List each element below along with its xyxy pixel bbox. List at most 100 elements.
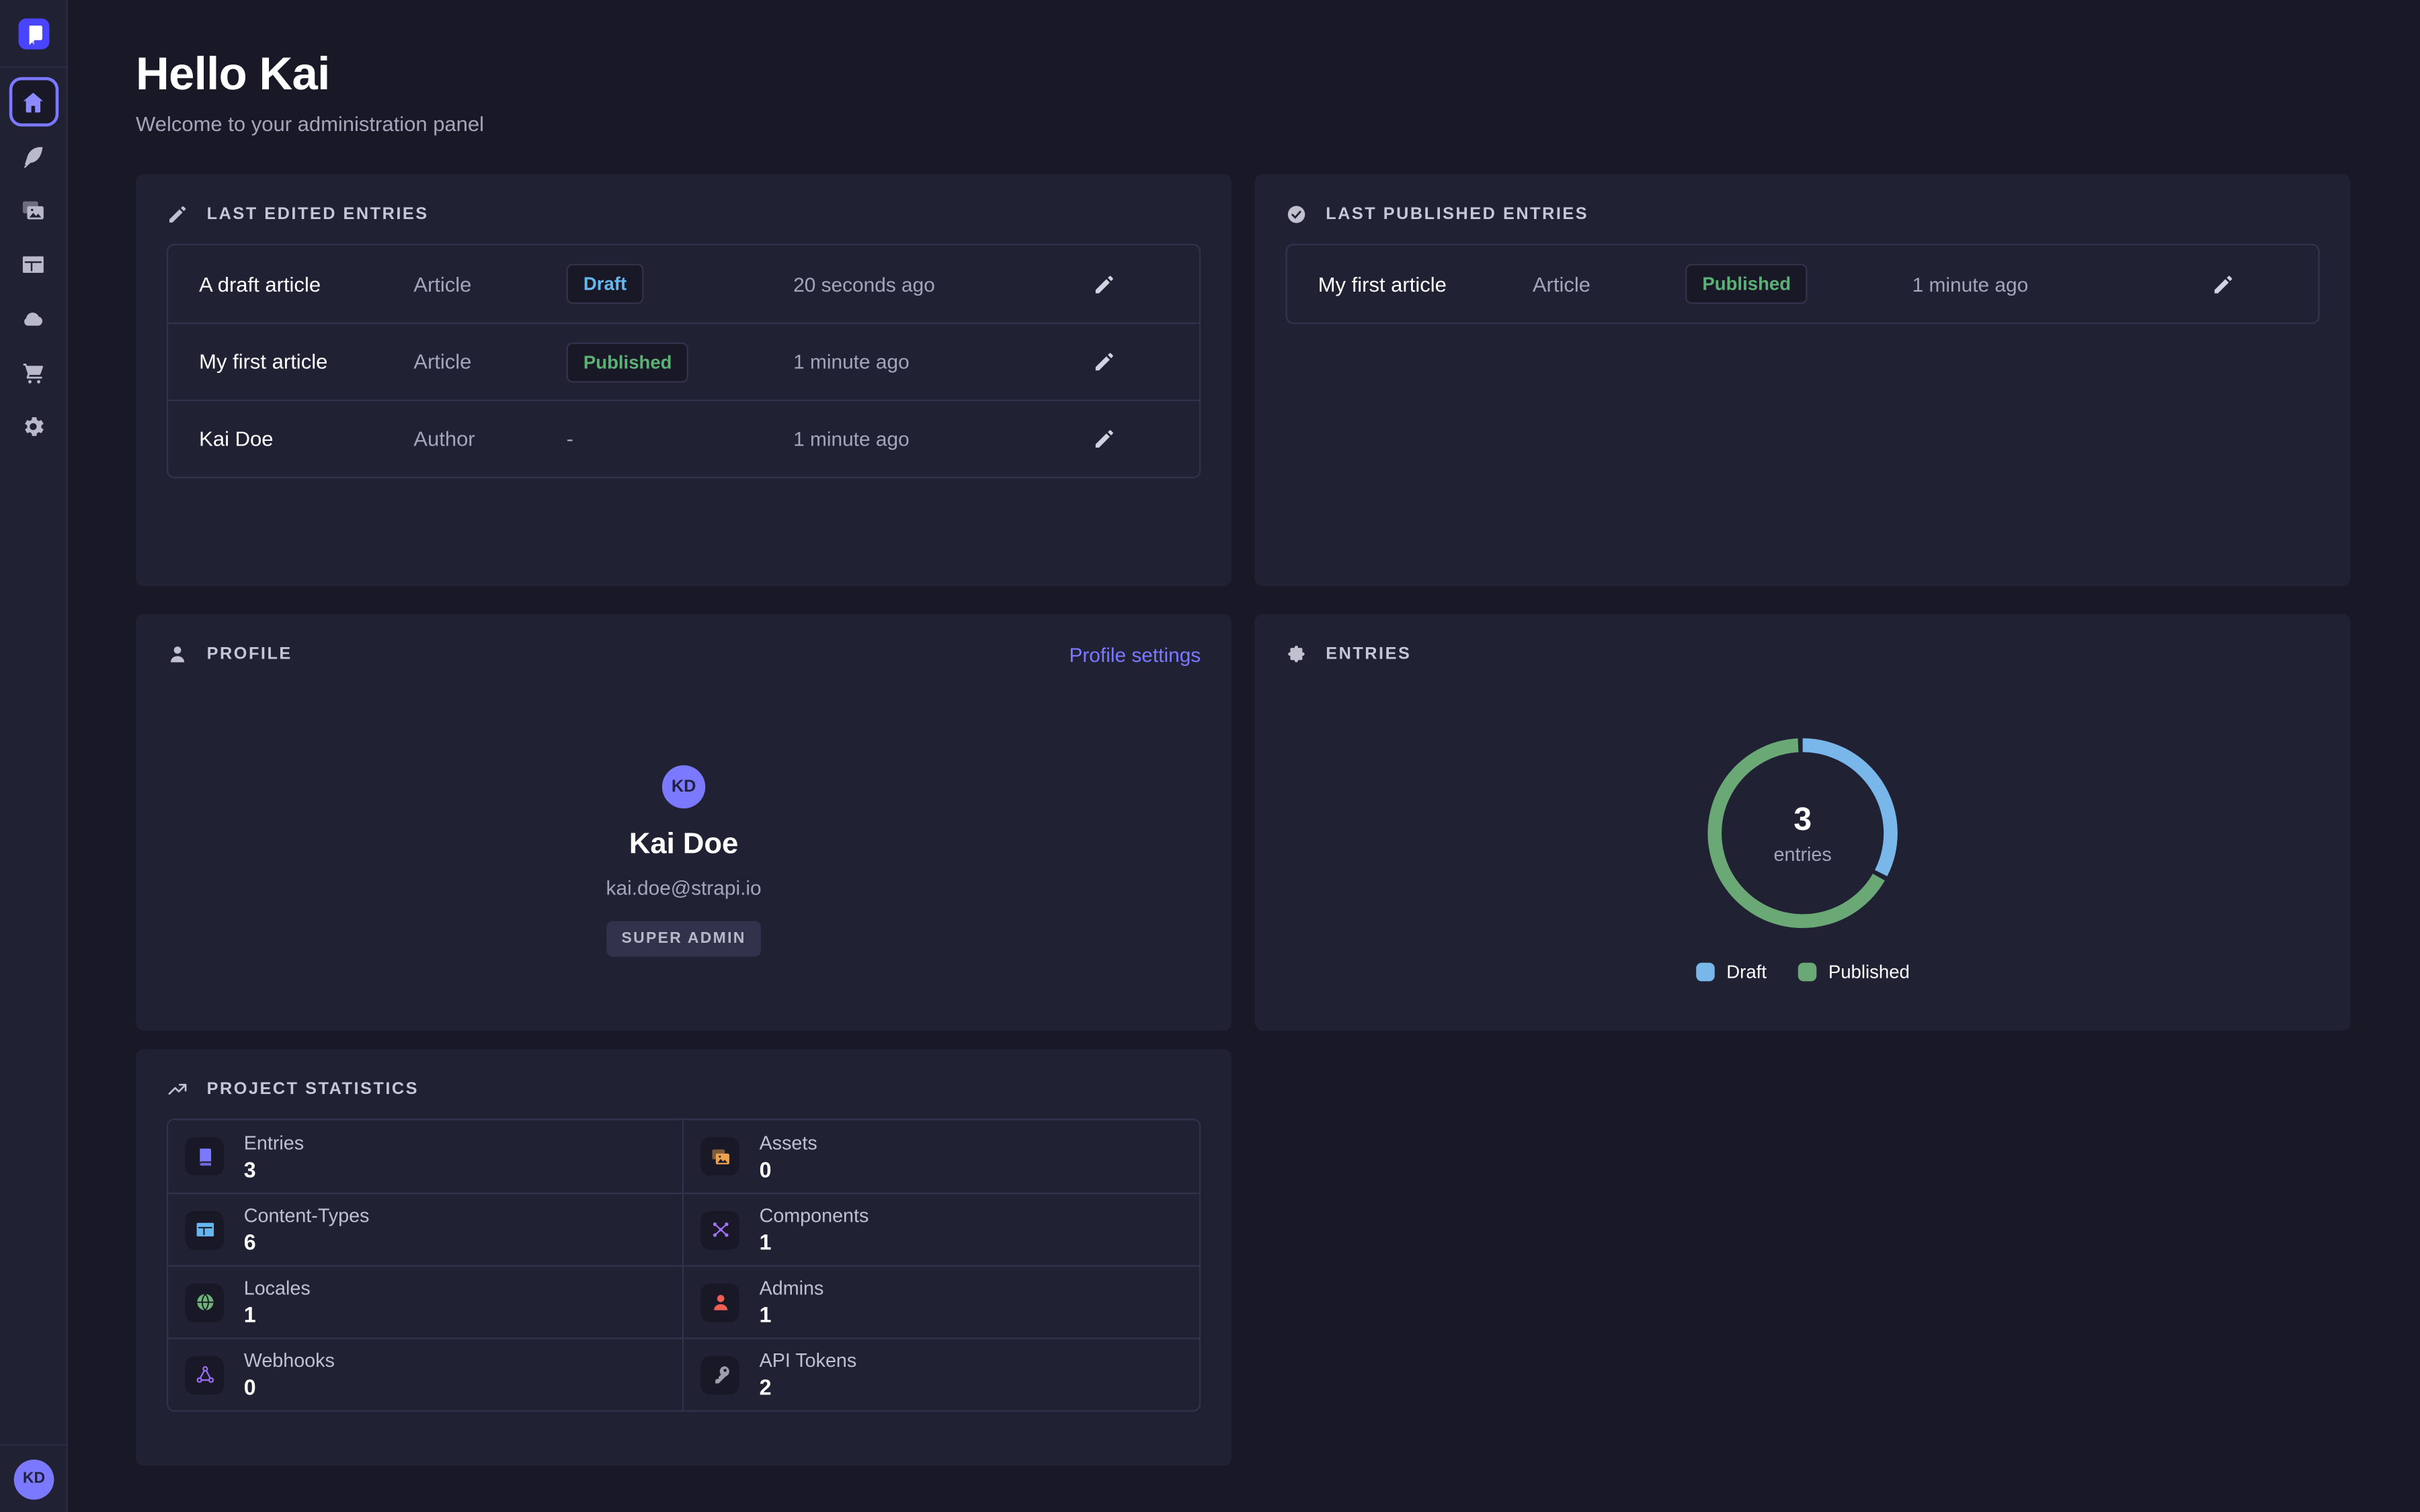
- last-published-entries-panel: LAST PUBLISHED ENTRIES My first article …: [1255, 174, 2351, 586]
- images-icon: [20, 197, 46, 223]
- pencil-icon: [2211, 272, 2234, 295]
- puzzle-icon: [1286, 643, 1307, 665]
- edit-entry-button[interactable]: [2202, 264, 2243, 304]
- entry-title: Kai Doe: [199, 427, 413, 450]
- stat-value: 1: [760, 1230, 869, 1255]
- molecule-icon: [700, 1210, 739, 1249]
- globe-icon: [186, 1283, 224, 1321]
- person-icon: [700, 1283, 739, 1321]
- stat-entries: Entries 3: [168, 1120, 684, 1193]
- stat-label: Admins: [760, 1277, 824, 1299]
- panel-title: PROJECT STATISTICS: [207, 1080, 419, 1099]
- logo-container: [0, 0, 67, 68]
- table-row[interactable]: My first article Article Published 1 min…: [1287, 245, 2318, 323]
- stat-value: 3: [244, 1157, 304, 1181]
- strapi-admin-dashboard: KD Hello Kai Welcome to your administrat…: [0, 0, 2420, 1512]
- legend-item-published: Published: [1798, 961, 1910, 982]
- book-icon: [186, 1137, 224, 1175]
- sidebar-item-marketplace[interactable]: [9, 347, 58, 396]
- cloud-icon: [20, 304, 46, 331]
- images-icon: [700, 1137, 739, 1175]
- profile-settings-link[interactable]: Profile settings: [1069, 642, 1201, 665]
- legend-item-draft: Draft: [1695, 961, 1767, 982]
- pencil-icon: [167, 204, 188, 225]
- home-icon: [20, 89, 46, 115]
- sidebar-nav: [0, 68, 67, 455]
- sidebar-item-content-manager[interactable]: [9, 131, 58, 180]
- sidebar-item-content-type-builder[interactable]: [9, 239, 58, 288]
- profile-panel: PROFILE Profile settings KD Kai Doe kai.…: [136, 614, 1232, 1031]
- stat-value: 2: [760, 1375, 857, 1400]
- stat-label: Components: [760, 1205, 869, 1226]
- entry-time: 20 seconds ago: [793, 272, 1084, 295]
- profile-avatar: KD: [662, 765, 705, 808]
- stat-locales: Locales 1: [168, 1265, 684, 1338]
- profile-email: kai.doe@strapi.io: [606, 876, 762, 899]
- table-row[interactable]: Kai Doe Author - 1 minute ago: [168, 400, 1199, 477]
- entry-type: Article: [413, 350, 566, 373]
- role-badge: SUPER ADMIN: [606, 921, 762, 957]
- sidebar-item-settings[interactable]: [9, 401, 58, 450]
- stat-assets: Assets 0: [684, 1120, 1199, 1193]
- strapi-logo-icon[interactable]: [17, 17, 48, 48]
- person-icon: [167, 643, 188, 665]
- check-circle-icon: [1286, 204, 1307, 225]
- draft-swatch: [1695, 963, 1714, 982]
- status-empty: -: [567, 427, 573, 450]
- status-badge: Draft: [567, 264, 644, 304]
- stat-webhooks: Webhooks 0: [168, 1338, 684, 1411]
- entry-time: 1 minute ago: [793, 427, 1084, 450]
- sidebar: KD: [0, 0, 68, 1512]
- sidebar-user-container: KD: [0, 1444, 68, 1512]
- edit-entry-button[interactable]: [1084, 419, 1124, 459]
- pencil-icon: [1092, 350, 1115, 373]
- status-badge: Published: [567, 342, 689, 382]
- page-header: Hello Kai Welcome to your administration…: [136, 49, 484, 136]
- last-edited-entries-panel: LAST EDITED ENTRIES A draft article Arti…: [136, 174, 1232, 586]
- entries-panel: ENTRIES 3 entries Draft: [1255, 614, 2351, 1031]
- pencil-icon: [1092, 427, 1115, 450]
- entries-total: 3: [1793, 802, 1812, 839]
- entries-total-label: entries: [1774, 843, 1832, 865]
- chart-legend: Draft Published: [1680, 961, 1925, 982]
- sidebar-item-home[interactable]: [9, 77, 58, 126]
- stat-components: Components 1: [684, 1193, 1199, 1265]
- sidebar-item-media-library[interactable]: [9, 185, 58, 235]
- entry-title: My first article: [1318, 272, 1533, 295]
- panel-title: ENTRIES: [1326, 645, 1411, 664]
- sidebar-item-deploy[interactable]: [9, 293, 58, 342]
- entry-type: Author: [413, 427, 566, 450]
- panel-title: PROFILE: [207, 645, 292, 664]
- stat-value: 1: [760, 1302, 824, 1327]
- project-statistics-panel: PROJECT STATISTICS Entries 3 Assets 0: [136, 1049, 1232, 1466]
- profile-name: Kai Doe: [629, 829, 738, 863]
- panel-title: LAST EDITED ENTRIES: [207, 205, 429, 224]
- entries-donut-chart: 3 entries: [1687, 718, 1918, 949]
- stat-label: API Tokens: [760, 1350, 857, 1372]
- entry-time: 1 minute ago: [1912, 272, 2203, 295]
- pencil-icon: [1092, 272, 1115, 295]
- edit-entry-button[interactable]: [1084, 342, 1124, 382]
- user-avatar[interactable]: KD: [14, 1459, 54, 1499]
- stat-admins: Admins 1: [684, 1265, 1199, 1338]
- table-row[interactable]: A draft article Article Draft 20 seconds…: [168, 245, 1199, 323]
- stat-label: Content-Types: [244, 1205, 370, 1226]
- cart-icon: [20, 359, 46, 385]
- entry-type: Article: [413, 272, 566, 295]
- stat-label: Locales: [244, 1277, 311, 1299]
- layout-icon: [20, 251, 46, 277]
- stat-label: Entries: [244, 1132, 304, 1153]
- page-title: Hello Kai: [136, 49, 484, 101]
- stat-label: Assets: [760, 1132, 817, 1153]
- entry-type: Article: [1533, 272, 1685, 295]
- stat-value: 0: [760, 1157, 817, 1181]
- key-icon: [700, 1355, 739, 1394]
- status-badge: Published: [1685, 264, 1808, 304]
- layout-icon: [186, 1210, 224, 1249]
- entry-time: 1 minute ago: [793, 350, 1084, 373]
- edit-entry-button[interactable]: [1084, 264, 1124, 304]
- stat-value: 0: [244, 1375, 335, 1400]
- stats-grid: Entries 3 Assets 0 Content-Types: [167, 1119, 1201, 1412]
- entry-title: A draft article: [199, 272, 413, 295]
- table-row[interactable]: My first article Article Published 1 min…: [168, 323, 1199, 400]
